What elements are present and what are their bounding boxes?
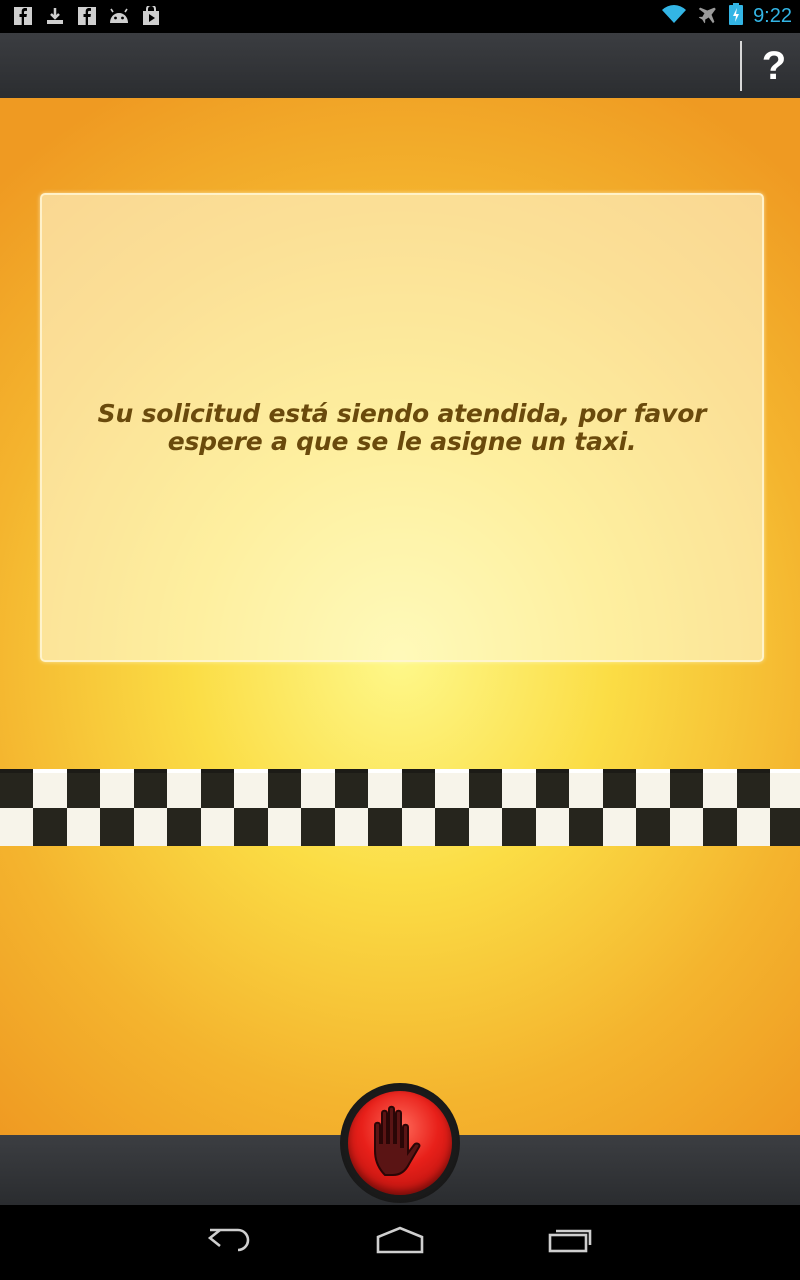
wifi-icon bbox=[661, 4, 687, 29]
facebook-icon bbox=[12, 6, 34, 26]
back-icon bbox=[206, 1226, 254, 1259]
clock: 9:22 bbox=[753, 5, 792, 27]
checker-row-top bbox=[0, 773, 800, 811]
help-button[interactable]: ? bbox=[752, 37, 796, 95]
stop-button-face bbox=[348, 1091, 452, 1195]
taxi-checker-stripe bbox=[0, 769, 800, 846]
download-icon bbox=[44, 6, 66, 26]
airplane-icon bbox=[697, 4, 719, 29]
action-divider bbox=[740, 41, 742, 91]
notification-icons bbox=[12, 6, 162, 26]
home-icon bbox=[374, 1225, 426, 1260]
home-button[interactable] bbox=[355, 1217, 445, 1267]
battery-charging-icon bbox=[729, 2, 744, 30]
back-button[interactable] bbox=[185, 1217, 275, 1267]
message-box: Su solicitud está siendo atendida, por f… bbox=[40, 193, 764, 662]
stop-hand-icon bbox=[365, 1103, 435, 1184]
cancel-request-button[interactable] bbox=[340, 1083, 460, 1203]
status-message: Su solicitud está siendo atendida, por f… bbox=[97, 398, 707, 456]
action-bar: ? bbox=[0, 33, 800, 98]
facebook-icon bbox=[76, 6, 98, 26]
main-content: Su solicitud está siendo atendida, por f… bbox=[0, 98, 800, 1135]
checker-row-bottom bbox=[0, 808, 800, 846]
navigation-bar bbox=[0, 1205, 800, 1280]
recents-icon bbox=[546, 1225, 596, 1260]
play-store-icon bbox=[140, 6, 162, 26]
recents-button[interactable] bbox=[526, 1217, 616, 1267]
android-icon bbox=[108, 6, 130, 26]
status-bar: 9:22 bbox=[0, 0, 800, 33]
system-icons: 9:22 bbox=[661, 2, 792, 29]
